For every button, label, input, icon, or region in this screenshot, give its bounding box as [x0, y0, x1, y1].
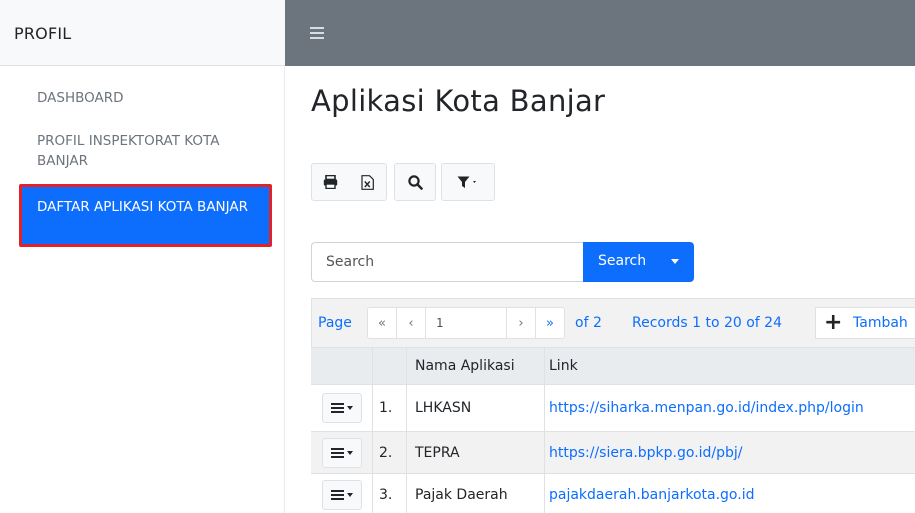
header-cell [311, 348, 372, 384]
print-button[interactable] [312, 164, 349, 200]
table-row: 1. LHKASN https://siharka.menpan.go.id/i… [311, 385, 915, 432]
last-page-button[interactable]: » [535, 307, 565, 339]
brand-label: PROFIL [14, 24, 72, 43]
row-menu-button[interactable] [321, 393, 362, 423]
table-row: 3. Pajak Daerah pajakdaerah.banjarkota.g… [311, 474, 915, 513]
chevron-right-icon: › [518, 315, 524, 331]
search-toggle-button[interactable] [395, 164, 435, 200]
search-icon [407, 174, 423, 190]
sidebar: PROFIL DASHBOARD PROFIL INSPEKTORAT KOTA… [0, 0, 285, 513]
table-row: 2. TEPRA https://siera.bpkp.go.id/pbj/ [311, 432, 915, 474]
print-icon [323, 175, 338, 189]
search-button[interactable]: Search [583, 242, 694, 282]
chevron-down-icon [346, 492, 353, 497]
search-input[interactable] [311, 242, 584, 282]
filter-group [441, 163, 495, 201]
plus-icon: + [824, 310, 843, 335]
row-menu-button[interactable] [321, 437, 362, 468]
header-cell [372, 348, 406, 384]
add-button[interactable]: + Tambah [815, 307, 915, 339]
next-page-button[interactable]: › [506, 307, 536, 339]
row-action-cell [311, 432, 372, 473]
row-menu-button[interactable] [321, 479, 362, 510]
search-button-label: Search [598, 253, 647, 269]
table-header: Nama Aplikasi Link [311, 348, 915, 385]
hamburger-icon[interactable] [310, 27, 324, 39]
menu-icon [330, 401, 344, 415]
row-number: 2. [372, 432, 406, 473]
nama-aplikasi-cell: LHKASN [406, 385, 544, 431]
export-button-group [311, 163, 387, 201]
sidebar-brand[interactable]: PROFIL [0, 0, 285, 66]
header-cell-link[interactable]: Link [544, 348, 915, 384]
sidebar-item-dashboard[interactable]: DASHBOARD [37, 88, 124, 108]
link-cell[interactable]: https://siharka.menpan.go.id/index.php/l… [544, 385, 915, 431]
chevron-left-icon: ‹ [408, 315, 414, 331]
header-cell-nama-aplikasi[interactable]: Nama Aplikasi [406, 348, 544, 384]
chevron-down-icon [346, 450, 353, 455]
link-cell[interactable]: https://siera.bpkp.go.id/pbj/ [544, 432, 915, 473]
prev-page-button[interactable]: ‹ [396, 307, 426, 339]
chevron-down-icon[interactable] [671, 259, 679, 264]
double-chevron-left-icon: « [378, 315, 386, 331]
page-number-input[interactable]: 1 [425, 307, 507, 339]
menu-icon [330, 446, 344, 460]
page-label: Page [318, 315, 352, 331]
excel-export-button[interactable] [349, 164, 386, 200]
sidebar-item-profil-inspektorat[interactable]: PROFIL INSPEKTORAT KOTA BANJAR [37, 131, 267, 171]
row-action-cell [311, 385, 372, 431]
row-number: 3. [372, 474, 406, 513]
page-count-label: of 2 [575, 315, 602, 331]
search-toggle-group [394, 163, 436, 201]
nama-aplikasi-cell: TEPRA [406, 432, 544, 473]
row-number: 1. [372, 385, 406, 431]
chevron-down-icon [346, 406, 353, 410]
pager-bar: Page « ‹ 1 › » of 2 Records 1 to 20 of 2… [311, 298, 915, 348]
nama-aplikasi-cell: Pajak Daerah [406, 474, 544, 513]
menu-icon [330, 488, 344, 502]
page-title: Aplikasi Kota Banjar [311, 84, 606, 118]
sidebar-item-daftar-aplikasi[interactable]: DAFTAR APLIKASI KOTA BANJAR [19, 184, 272, 247]
records-label: Records 1 to 20 of 24 [632, 315, 783, 331]
filter-icon [457, 176, 476, 188]
excel-export-icon [361, 174, 374, 190]
row-action-cell [311, 474, 372, 513]
top-navbar [285, 0, 915, 66]
double-chevron-right-icon: » [546, 315, 554, 331]
link-cell[interactable]: pajakdaerah.banjarkota.go.id [544, 474, 915, 513]
filter-dropdown-button[interactable] [442, 164, 494, 200]
first-page-button[interactable]: « [367, 307, 397, 339]
add-button-label: Tambah [853, 315, 908, 331]
sidebar-item-label: DAFTAR APLIKASI KOTA BANJAR [37, 199, 249, 215]
